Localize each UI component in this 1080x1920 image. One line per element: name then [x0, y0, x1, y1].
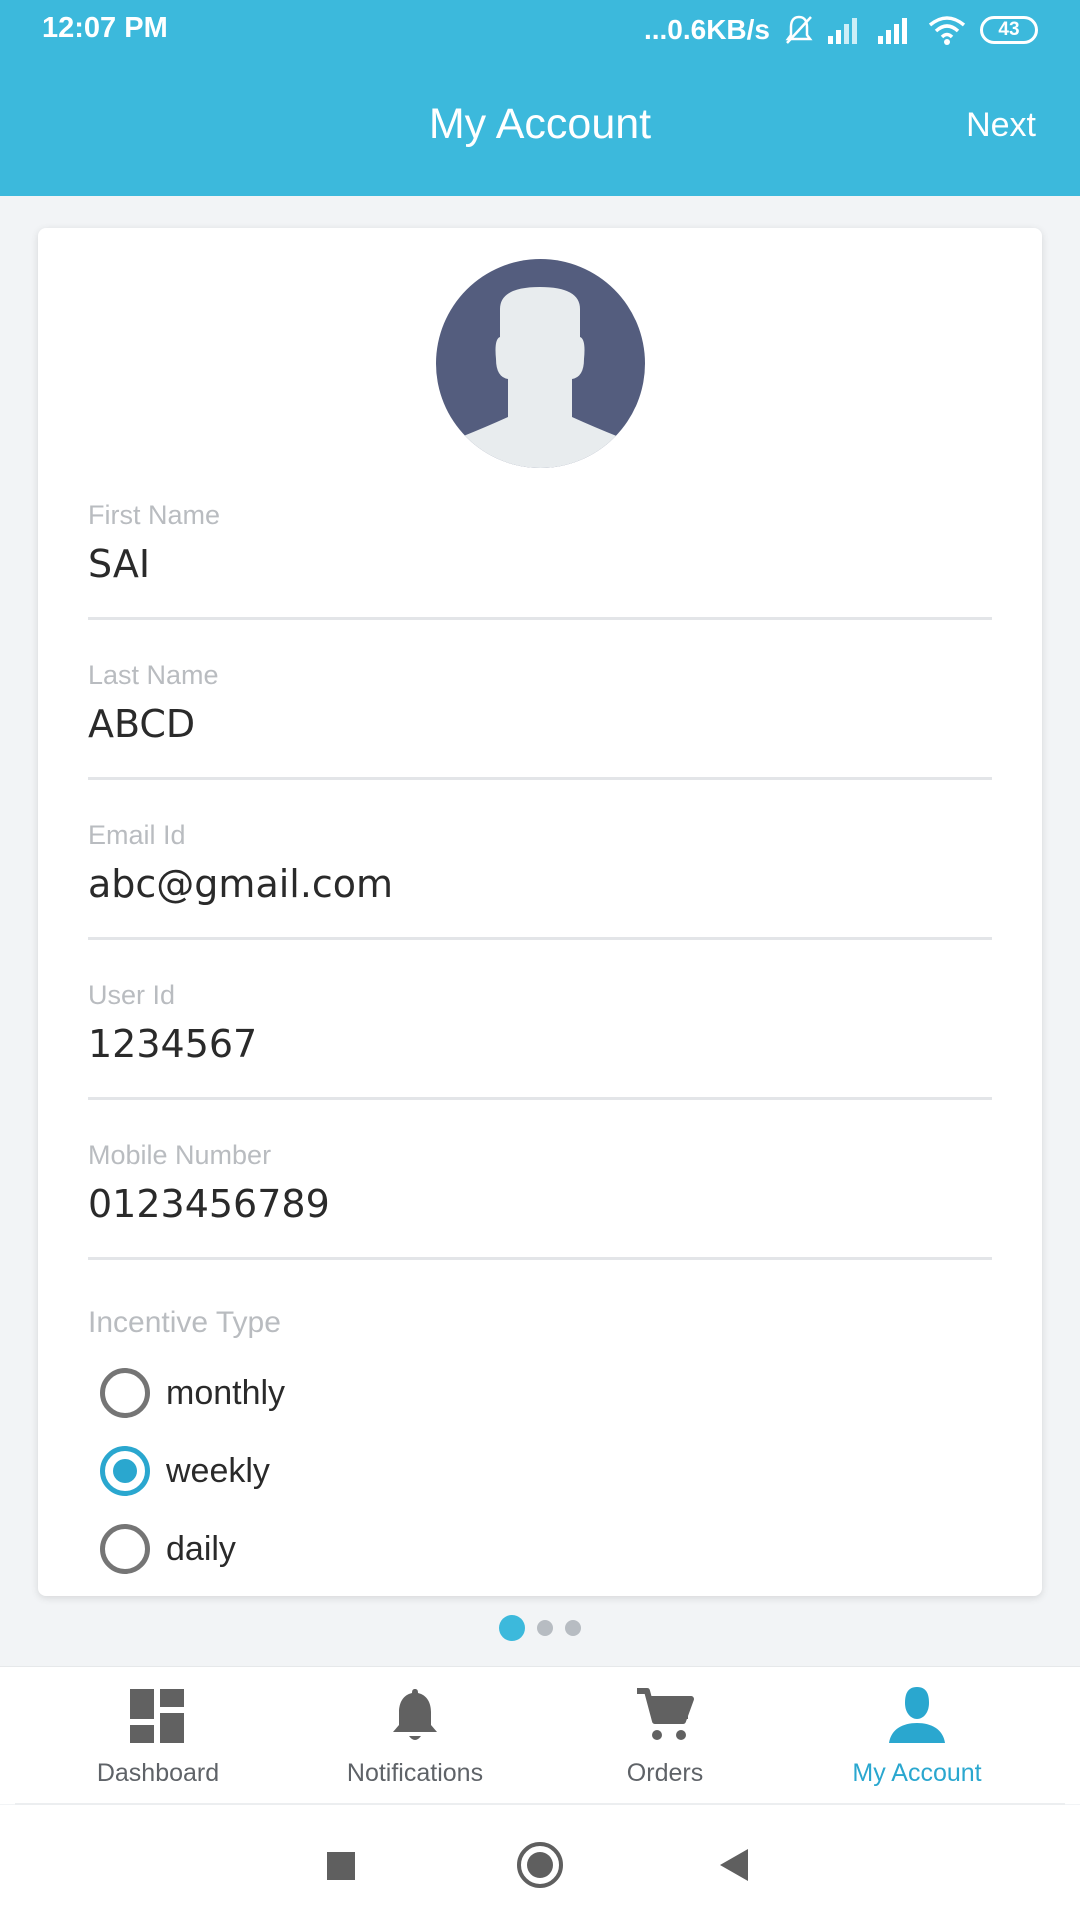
mute-icon: [785, 15, 813, 44]
mobile-number-field[interactable]: Mobile Number 0123456789: [88, 1140, 992, 1260]
next-button[interactable]: Next: [966, 106, 1036, 145]
nav-label: My Account: [852, 1759, 982, 1787]
person-silhouette-icon: [436, 287, 645, 468]
battery-icon: 43: [980, 16, 1038, 44]
radio-label: monthly: [166, 1373, 286, 1412]
mobile-number-label: Mobile Number: [88, 1140, 272, 1170]
radio-weekly[interactable]: weekly: [100, 1441, 270, 1501]
status-icons: ...0.6KB/s 43: [644, 12, 1038, 48]
radio-daily[interactable]: daily: [100, 1519, 236, 1579]
status-bar: 12:07 PM ...0.6KB/s 43: [0, 0, 1080, 60]
first-name-value[interactable]: SAI: [88, 542, 150, 586]
page-indicator: [0, 1615, 1080, 1641]
nav-dashboard[interactable]: Dashboard: [33, 1667, 283, 1805]
bell-icon: [393, 1689, 437, 1740]
radio-button[interactable]: [100, 1524, 150, 1574]
page-dot-active[interactable]: [499, 1615, 525, 1641]
user-id-field[interactable]: User Id 1234567: [88, 980, 992, 1100]
wifi-icon: [928, 16, 966, 45]
radio-button-selected[interactable]: [100, 1446, 150, 1496]
status-time: 12:07 PM: [42, 12, 168, 44]
mobile-number-value[interactable]: 0123456789: [88, 1182, 330, 1226]
page-dot[interactable]: [565, 1620, 581, 1636]
user-id-value[interactable]: 1234567: [88, 1022, 257, 1066]
account-card: First Name SAI Last Name ABCD Email Id a…: [38, 228, 1042, 1596]
battery-level: 43: [998, 19, 1020, 40]
email-label: Email Id: [88, 820, 186, 850]
nav-label: Orders: [626, 1759, 704, 1787]
app-header: 12:07 PM ...0.6KB/s 43 My Account Next: [0, 0, 1080, 196]
user-id-label: User Id: [88, 980, 176, 1010]
radio-monthly[interactable]: monthly: [100, 1363, 285, 1423]
signal-icon: [878, 18, 907, 44]
nav-orders[interactable]: Orders: [540, 1667, 790, 1805]
radio-label: daily: [166, 1529, 236, 1568]
dashboard-icon: [130, 1689, 184, 1743]
radio-label: weekly: [166, 1451, 270, 1490]
person-icon: [889, 1687, 945, 1743]
nav-label: Notifications: [346, 1759, 484, 1787]
home-icon[interactable]: [515, 1840, 565, 1890]
system-navigation-bar: [0, 1805, 1080, 1920]
last-name-label: Last Name: [88, 660, 219, 690]
network-speed: ...0.6KB/s: [643, 14, 770, 45]
nav-label: Dashboard: [96, 1759, 220, 1787]
square-icon[interactable]: [315, 1840, 365, 1890]
incentive-type-label: Incentive Type: [88, 1306, 281, 1339]
email-field[interactable]: Email Id abc@gmail.com: [88, 820, 992, 940]
signal-icon: [828, 18, 857, 44]
email-value[interactable]: abc@gmail.com: [88, 862, 393, 906]
nav-notifications[interactable]: Notifications: [290, 1667, 540, 1805]
page-title: My Account: [428, 100, 652, 148]
cart-icon: [637, 1688, 694, 1740]
first-name-field[interactable]: First Name SAI: [88, 500, 992, 620]
page-dot[interactable]: [537, 1620, 553, 1636]
avatar[interactable]: [436, 259, 645, 468]
back-icon[interactable]: [710, 1840, 760, 1890]
bottom-navigation: Dashboard Notifications Orders My Accoun…: [0, 1666, 1080, 1804]
last-name-field[interactable]: Last Name ABCD: [88, 660, 992, 780]
last-name-value[interactable]: ABCD: [88, 702, 195, 746]
nav-my-account[interactable]: My Account: [792, 1667, 1042, 1805]
radio-button[interactable]: [100, 1368, 150, 1418]
first-name-label: First Name: [88, 500, 221, 530]
